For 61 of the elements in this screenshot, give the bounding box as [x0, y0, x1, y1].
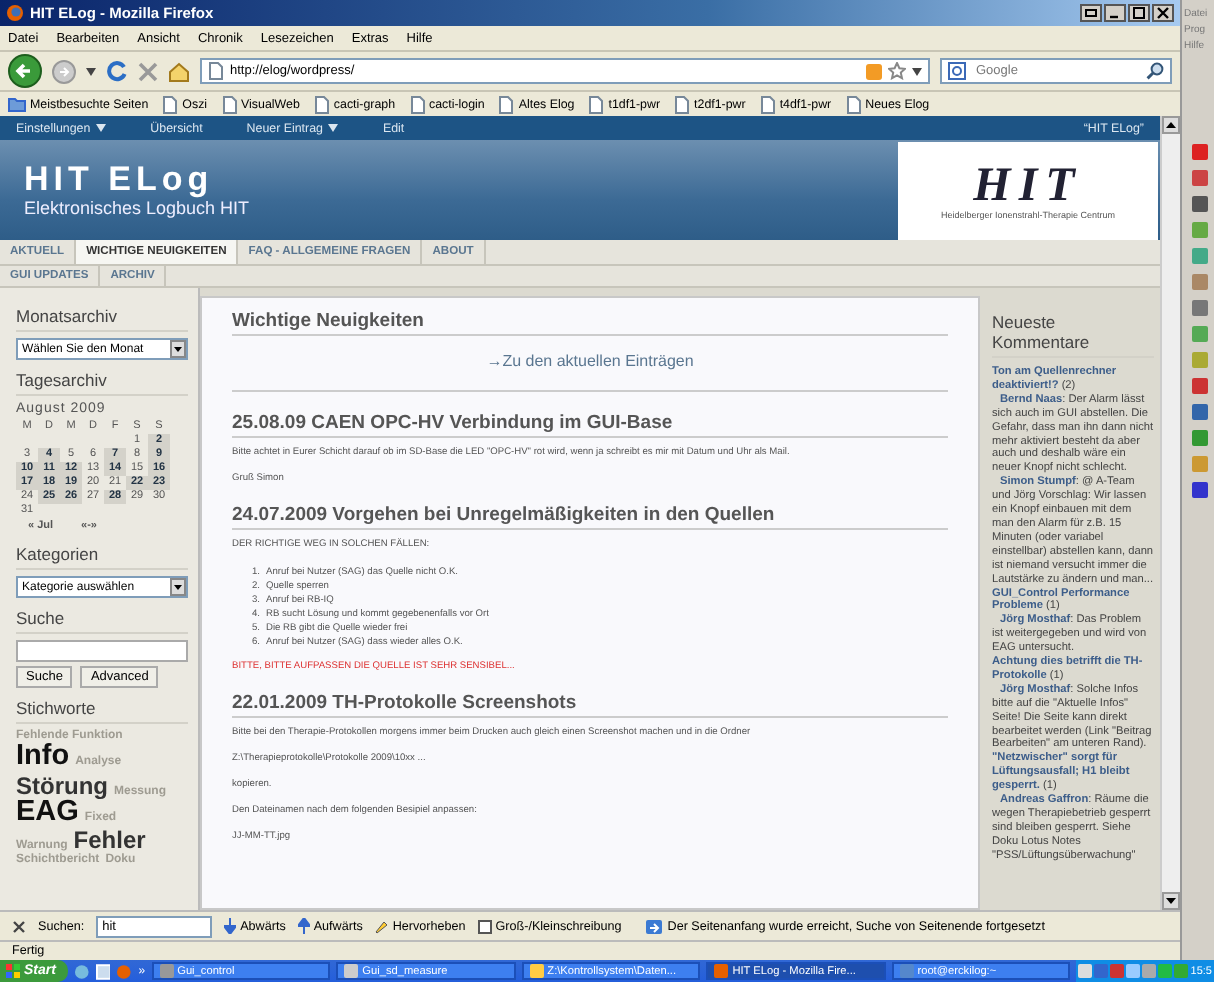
- page-icon: [498, 95, 515, 113]
- search-icon[interactable]: [1146, 62, 1164, 80]
- folder-icon: [8, 96, 26, 112]
- page-icon: [162, 95, 179, 113]
- highlighter-icon: [374, 919, 389, 933]
- caret-icon[interactable]: [328, 124, 339, 132]
- stop-icon[interactable]: [138, 61, 158, 81]
- tag-link[interactable]: Fehler: [73, 828, 146, 854]
- section-heading: Stichworte: [16, 698, 188, 724]
- logo-text: HIT: [973, 161, 1083, 209]
- section-heading: Monatsarchiv: [16, 306, 188, 332]
- restore-icon[interactable]: [1080, 4, 1102, 22]
- firefox-icon: [6, 4, 24, 22]
- page-icon: [313, 95, 330, 113]
- app-icon: [714, 964, 729, 978]
- close-icon[interactable]: [1152, 4, 1174, 22]
- caret-icon[interactable]: [86, 67, 96, 75]
- star-icon[interactable]: [888, 62, 906, 80]
- checkbox[interactable]: [477, 919, 492, 933]
- post-title[interactable]: 25.08.09 CAEN OPC-HV Verbindung im GUI-Base: [232, 412, 948, 438]
- page-icon: [674, 95, 691, 113]
- back-icon[interactable]: [8, 54, 42, 88]
- forward-icon[interactable]: [52, 59, 76, 83]
- app-icon: [529, 964, 544, 978]
- scroll-up-icon[interactable]: [1162, 116, 1180, 134]
- page-icon: [588, 95, 605, 113]
- page-icon: [409, 95, 426, 113]
- site-title[interactable]: HIT ELog: [24, 162, 898, 198]
- app-icon: [899, 964, 914, 978]
- window-icon[interactable]: [95, 963, 111, 979]
- tag-link[interactable]: EAG: [16, 798, 79, 829]
- post-title[interactable]: 22.01.2009 TH-Protokolle Screenshots: [232, 692, 948, 718]
- caret-icon[interactable]: [912, 67, 922, 75]
- recent-entries-link[interactable]: →Zu den aktuellen Einträgen: [486, 352, 694, 370]
- site-subtitle: Elektronisches Logbuch HIT: [24, 198, 252, 218]
- close-icon[interactable]: [12, 919, 26, 933]
- section-heading: Kategorien: [16, 544, 188, 570]
- globe-icon[interactable]: [73, 963, 90, 979]
- arrow-up-icon: [297, 918, 310, 934]
- search-engine-icon[interactable]: [948, 62, 970, 80]
- wrap-icon: [645, 919, 662, 933]
- tag-link[interactable]: Info: [16, 742, 70, 774]
- tag-link[interactable]: Störung: [16, 773, 108, 799]
- home-icon[interactable]: [168, 61, 190, 81]
- section-heading: Neueste Kommentare: [992, 312, 1154, 358]
- minimize-icon[interactable]: [1104, 4, 1126, 22]
- windows-flag-icon: [6, 964, 20, 978]
- section-heading: Tagesarchiv: [16, 370, 188, 396]
- app-icon: [344, 964, 359, 978]
- page-icon: [759, 95, 776, 113]
- page-icon: [845, 95, 862, 113]
- caret-icon[interactable]: [96, 124, 107, 132]
- search-input[interactable]: [16, 640, 188, 662]
- section-heading: Suche: [16, 608, 188, 634]
- app-icon: [159, 964, 174, 978]
- post-title[interactable]: 24.07.2009 Vorgehen bei Unregelmäßigkeiten in den Quellen: [232, 504, 948, 530]
- reload-icon[interactable]: [106, 60, 128, 82]
- page-heading: Wichtige Neuigkeiten: [232, 310, 948, 336]
- arrow-down-icon: [224, 918, 237, 934]
- scroll-down-icon[interactable]: [1162, 892, 1180, 910]
- maximize-icon[interactable]: [1128, 4, 1150, 22]
